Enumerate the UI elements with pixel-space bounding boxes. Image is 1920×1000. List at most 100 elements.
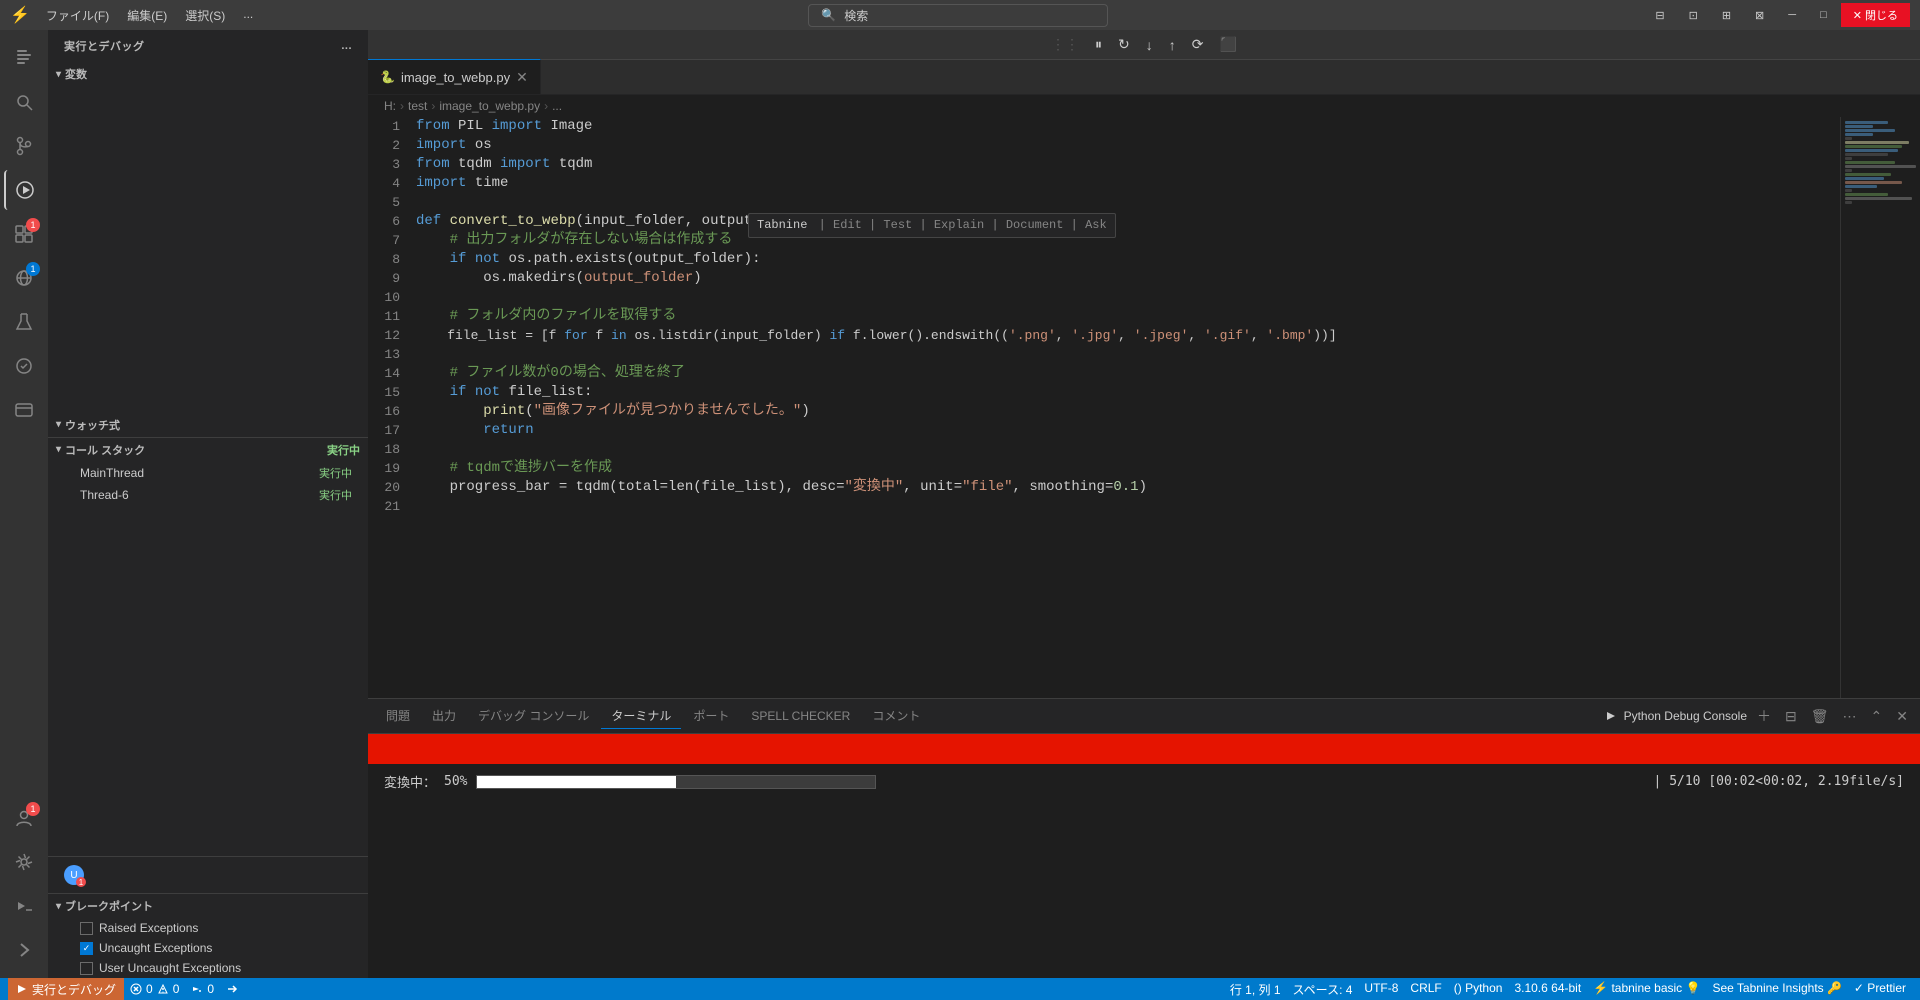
minimize-btn[interactable]: ─ [1778,5,1806,25]
tabnine-insights-text: See Tabnine Insights 🔑 [1712,981,1841,995]
maximize-btn[interactable]: □ [1810,5,1837,25]
account-icon[interactable]: 1 [4,798,44,838]
python-debug-console-text: Python Debug Console [1624,709,1747,723]
layout-icon1[interactable]: ⊟ [1645,5,1674,26]
status-language[interactable]: () Python [1448,981,1509,995]
status-python-version[interactable]: 3.10.6 64-bit [1508,981,1587,995]
debug-toolbar: ⋮⋮ ⏸ ↻ ↓ ↑ ⟳ ⬛ [368,30,1920,60]
status-spaces[interactable]: スペース: 4 [1287,981,1359,998]
panel-split-btn[interactable]: ⊟ [1781,706,1801,727]
sidebar-item-testing[interactable] [4,302,44,342]
progress-bar-container [476,775,876,789]
panel-tab-terminal[interactable]: ターミナル [601,703,681,729]
panel-close-btn[interactable]: ✕ [1892,706,1912,727]
panel-maximize-btn[interactable]: ⌃ [1867,706,1887,727]
editor-tab-image-to-webp[interactable]: 🐍 image_to_webp.py ✕ [368,59,541,94]
panel-tab-debug-console[interactable]: デバッグ コンソール [468,703,599,729]
status-debug-points[interactable]: 0 [185,978,220,1000]
debug-pause-btn[interactable]: ⏸ [1089,32,1108,57]
sidebar-item-source-control[interactable] [4,126,44,166]
callstack-thread6-name: Thread-6 [80,488,129,502]
callstack-item-thread6[interactable]: Thread-6 実行中 [48,484,368,506]
uncaught-exceptions-checkbox[interactable] [80,942,93,955]
panel-tabs: 問題 出力 デバッグ コンソール ターミナル ポート SPELL CHECKER… [368,699,1920,734]
panel-add-terminal-btn[interactable]: ＋ [1753,704,1775,728]
panel-tab-comments[interactable]: コメント [862,703,930,729]
debug-step-over-btn[interactable]: ↻ [1112,32,1136,57]
debug-step-into-btn[interactable]: ↓ [1140,33,1159,57]
status-tabnine-insights[interactable]: See Tabnine Insights 🔑 [1706,981,1847,995]
status-tabnine[interactable]: ⚡ tabnine basic 💡 [1587,981,1706,995]
breakpoint-item-uncaught[interactable]: Uncaught Exceptions [48,938,368,958]
status-errors[interactable]: 0 0 [124,978,185,1000]
sidebar-item-copilot[interactable] [4,346,44,386]
debug-step-out-btn[interactable]: ↑ [1163,33,1182,57]
user-uncaught-exceptions-checkbox[interactable] [80,962,93,975]
breadcrumb-file[interactable]: image_to_webp.py [439,99,540,113]
user-avatar: U 1 [64,865,84,885]
menu-edit[interactable]: 編集(E) [119,3,175,28]
tabnine-popup[interactable]: Tabnine | Edit | Test | Explain | Docume… [748,213,1116,238]
search-box[interactable]: 🔍 検索 [808,4,1108,27]
code-line-4: import time [416,174,1840,193]
breadcrumb-test[interactable]: test [408,99,427,113]
callstack-item-mainthread[interactable]: MainThread 実行中 [48,462,368,484]
layout-icon3[interactable]: ⊞ [1712,5,1741,26]
progress-label: 変換中： [384,772,436,791]
status-encoding[interactable]: UTF-8 [1358,981,1404,995]
menu-select[interactable]: 選択(S) [177,3,233,28]
status-debug-mode[interactable]: 実行とデバッグ [8,978,124,1000]
title-bar-menu: ファイル(F) 編集(E) 選択(S) ... [38,3,261,28]
debug-console-icon[interactable] [4,886,44,926]
status-line-ending[interactable]: CRLF [1404,981,1447,995]
menu-file[interactable]: ファイル(F) [38,3,117,28]
layout-icon2[interactable]: ⊡ [1679,5,1708,26]
sidebar-more-btn[interactable]: ... [341,40,352,52]
callstack-section: ▾ コール スタック 実行中 MainThread 実行中 Thread-6 実… [48,437,368,506]
breadcrumb-h[interactable]: H: [384,99,396,113]
callstack-section-title[interactable]: ▾ コール スタック 実行中 [48,438,368,462]
layout-icon4[interactable]: ⊠ [1745,5,1774,26]
code-content[interactable]: from PIL import Image import os from tqd… [408,117,1840,698]
panel-tab-spell-checker[interactable]: SPELL CHECKER [741,705,860,728]
panel-tab-problems[interactable]: 問題 [376,703,420,729]
code-line-8: if not os.path.exists(output_folder): [416,250,1840,269]
settings-icon[interactable] [4,842,44,882]
raised-exceptions-checkbox[interactable] [80,922,93,935]
sidebar-item-extensions[interactable]: 1 [4,214,44,254]
tab-close-btn[interactable]: ✕ [516,69,528,86]
status-prettier[interactable]: ✓ Prettier [1848,981,1912,995]
panel-trash-btn[interactable]: 🗑 [1807,706,1833,727]
code-line-15: if not file_list: [416,383,1840,402]
breakpoints-section-title[interactable]: ▾ ブレークポイント [48,894,368,918]
arrow-right-icon[interactable] [4,930,44,970]
status-right: 行 1, 列 1 スペース: 4 UTF-8 CRLF () Python 3.… [1224,981,1912,998]
sidebar-item-remote[interactable]: 1 [4,258,44,298]
sidebar-item-extensions2[interactable] [4,390,44,430]
title-bar-search: 🔍 検索 [271,4,1645,27]
panel-tab-ports[interactable]: ポート [683,703,739,729]
sidebar-item-explorer[interactable] [4,38,44,78]
breakpoint-item-raised[interactable]: Raised Exceptions [48,918,368,938]
panel-tab-output[interactable]: 出力 [422,703,466,729]
watch-section-title[interactable]: ▾ ウォッチ式 [48,413,368,437]
code-editor[interactable]: 12345 678910 1112131415 1617181920 21 fr… [368,117,1840,698]
status-line-col[interactable]: 行 1, 列 1 [1224,981,1287,998]
panel-more-btn[interactable]: ⋯ [1839,706,1861,727]
code-line-13 [416,345,1840,364]
sidebar-item-search[interactable] [4,82,44,122]
debug-restart-btn[interactable]: ⟳ [1186,32,1210,57]
watch-collapse-arrow: ▾ [56,419,61,430]
code-line-18 [416,440,1840,459]
close-btn[interactable]: ✕ 閉じる [1841,3,1910,27]
variables-label: 変数 [65,66,87,82]
sidebar-item-run-debug[interactable] [4,170,44,210]
variables-section-title[interactable]: ▾ 変数 [48,62,368,86]
code-line-5 [416,193,1840,212]
breakpoint-item-user-uncaught[interactable]: User Uncaught Exceptions [48,958,368,978]
status-arrow[interactable] [220,978,244,1000]
breadcrumb-ellipsis[interactable]: ... [552,99,562,113]
sidebar-user-area[interactable]: U 1 [48,856,368,893]
menu-more[interactable]: ... [235,3,261,28]
debug-stop-btn[interactable]: ⬛ [1214,32,1243,57]
